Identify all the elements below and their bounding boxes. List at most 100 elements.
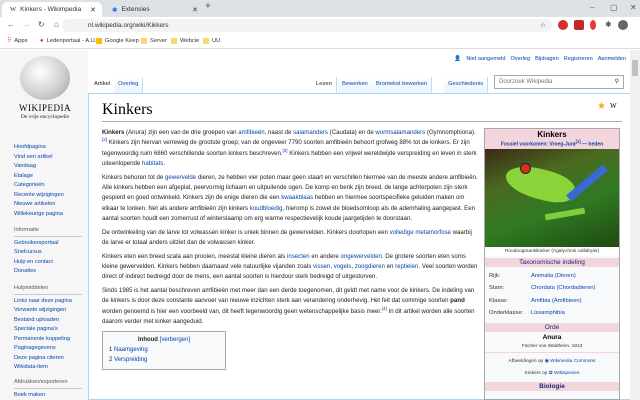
- address-bar[interactable]: nl.wikipedia.org/wiki/Kikkers ☆: [62, 19, 552, 32]
- fossil-range[interactable]: Fossiel voorkomen: Vroeg-Jura[1] — heden: [486, 139, 618, 148]
- sidebar-link[interactable]: Speciale pagina's: [14, 325, 82, 335]
- toc-link[interactable]: Verspreiding: [114, 357, 147, 363]
- pdf-extension-icon[interactable]: [574, 20, 584, 30]
- article-link[interactable]: volledige metamorfose: [390, 229, 451, 236]
- sidebar-link[interactable]: Nieuwe artikelen: [14, 200, 64, 210]
- rank-value[interactable]: Chordata (Chordadieren): [531, 282, 595, 295]
- sidebar-link[interactable]: Donaties: [14, 267, 82, 277]
- search-icon[interactable]: ⚲: [615, 78, 619, 85]
- toc-item[interactable]: 1 Naamgeving: [109, 345, 219, 355]
- text: Kinkers eten een breed scala aan prooien…: [102, 252, 287, 260]
- minimize-button[interactable]: –: [590, 3, 594, 12]
- text: De ontwinkeling van de larve tot volwass…: [102, 228, 390, 236]
- star-icon[interactable]: ☆: [540, 19, 546, 32]
- article-body: Kinkers (Anura) zijn een van de drie gro…: [102, 128, 479, 370]
- article-link[interactable]: wormsalamanders: [375, 129, 425, 136]
- article-link[interactable]: gewervelde: [165, 174, 196, 181]
- bookmark-google-keep[interactable]: Google Keep: [96, 38, 139, 44]
- infobox-header: Kinkers Fossiel voorkomen: Vroeg-Jura[1]…: [485, 129, 619, 149]
- close-window-button[interactable]: ✕: [630, 3, 637, 12]
- sidebar-link[interactable]: Vandaag: [14, 162, 64, 172]
- sidebar-link[interactable]: Willekeurige pagina: [14, 210, 64, 220]
- sidebar-link[interactable]: Bestand uploaden: [14, 316, 82, 326]
- article-link[interactable]: salamanders: [293, 129, 328, 136]
- commons-link[interactable]: Wikimedia Commons: [550, 359, 595, 364]
- extension-icon[interactable]: [590, 20, 596, 30]
- toc-toggle[interactable]: [verbergen]: [160, 337, 190, 343]
- close-tab-icon[interactable]: ✕: [90, 6, 96, 14]
- sidebar-link[interactable]: Recente wijzigingen: [14, 191, 64, 201]
- scrollbar[interactable]: [630, 50, 640, 400]
- wikipedia-globe-logo[interactable]: [20, 56, 70, 100]
- sidebar-link[interactable]: Etalage: [14, 172, 64, 182]
- personal-link[interactable]: Aanmelden: [598, 56, 626, 62]
- extension-icon[interactable]: [558, 20, 568, 30]
- species-link[interactable]: Wikispecies: [554, 371, 579, 376]
- toc-link[interactable]: Naamgeving: [114, 347, 148, 353]
- browser-tab-kinkers[interactable]: W Kinkers - Wikimpedia ✕: [2, 2, 102, 17]
- sidebar-link[interactable]: Snelcursus: [14, 248, 82, 258]
- back-icon[interactable]: ←: [7, 20, 15, 29]
- profile-avatar[interactable]: [618, 20, 628, 30]
- scrollbar-thumb[interactable]: [632, 60, 638, 76]
- sidebar-link[interactable]: Hoofdpagina: [14, 143, 64, 153]
- wikipedia-wordmark: Wikipedia: [19, 103, 71, 113]
- sidebar-link[interactable]: Gebruikersportaal: [14, 239, 82, 249]
- sidebar-link[interactable]: Permanente koppeling: [14, 335, 82, 345]
- extensions-puzzle-icon[interactable]: ✱: [605, 20, 612, 29]
- tab-overleg[interactable]: Overleg: [114, 77, 144, 93]
- article-link[interactable]: vogels: [334, 263, 352, 270]
- tab-brontekst-bewerken[interactable]: Brontekst bewerken: [372, 77, 433, 93]
- tools-portal: Hulpmiddelen Links naar deze pagina Verwan…: [14, 284, 82, 373]
- bookmark-uu[interactable]: UU: [203, 38, 220, 44]
- rank-value[interactable]: Amfibia (Amfibieen): [531, 295, 582, 308]
- commons-text: Afbeeldingen op: [508, 358, 544, 364]
- browser-tab-extensies[interactable]: ✱ Extensies ✕: [104, 2, 204, 17]
- rank-value[interactable]: Animalia (Dieren): [531, 270, 576, 283]
- tab-geschiedenis[interactable]: Geschiedenis: [444, 77, 489, 93]
- sidebar-link[interactable]: Verwante wijzigingen: [14, 306, 82, 316]
- personal-link[interactable]: Bijdragen: [535, 56, 559, 62]
- text: worden genoemd is hier een voorbeeld van…: [102, 307, 382, 315]
- rank-value[interactable]: Lissamphibia: [531, 307, 565, 320]
- sidebar-link[interactable]: Wikidata-item: [14, 363, 82, 373]
- new-tab-button[interactable]: +: [205, 1, 211, 12]
- search-placeholder: Doorzoek Wikipedia: [499, 79, 553, 85]
- bookmark-label: Webcie: [180, 38, 200, 44]
- sidebar-link[interactable]: Links naar deze pagina: [14, 297, 82, 307]
- bookmark-webcie[interactable]: Webcie: [171, 38, 199, 44]
- reload-icon[interactable]: ↻: [38, 20, 45, 29]
- article-link[interactable]: ongewervelden: [341, 253, 382, 260]
- article-link[interactable]: kwaakblaas: [281, 194, 313, 201]
- bookmark-ledenportaal[interactable]: ● Ledenportaal - A.U....: [40, 38, 101, 44]
- frog-image[interactable]: [485, 148, 619, 247]
- sidebar-link[interactable]: Boek maken: [14, 391, 82, 400]
- toc-item[interactable]: 2 Verspreiding: [109, 355, 219, 365]
- forward-icon[interactable]: →: [22, 20, 30, 29]
- article-link[interactable]: amfibieën: [238, 129, 264, 136]
- maximize-button[interactable]: ▢: [610, 3, 618, 12]
- article-link[interactable]: insecten: [287, 253, 310, 260]
- bookmark-label: Ledenportaal - A.U....: [46, 38, 102, 44]
- sidebar-link[interactable]: Categorieën: [14, 181, 64, 191]
- tab-artikel[interactable]: Artikel: [90, 77, 116, 93]
- article-link[interactable]: zoogdieren: [355, 263, 385, 270]
- close-tab-icon[interactable]: ✕: [192, 6, 198, 14]
- sidebar-link[interactable]: Paginagegevens: [14, 344, 82, 354]
- sidebar-link[interactable]: Deze pagina citeren: [14, 354, 82, 364]
- article-link[interactable]: koudbloedig: [250, 205, 283, 212]
- sidebar-link[interactable]: Hulp en contact: [14, 258, 82, 268]
- article-link[interactable]: habitats: [142, 160, 163, 167]
- sidebar-link[interactable]: Vind een artikel: [14, 153, 64, 163]
- personal-link[interactable]: Overleg: [511, 56, 531, 62]
- article-link[interactable]: reptielen: [395, 263, 418, 270]
- article-link[interactable]: vissen: [313, 263, 330, 270]
- bookmark-server[interactable]: Server: [141, 38, 167, 44]
- personal-link[interactable]: Registreren: [564, 56, 593, 62]
- bookmark-apps[interactable]: ⠿ Apps: [7, 38, 27, 44]
- home-icon[interactable]: ⌂: [54, 20, 59, 29]
- tab-lezen[interactable]: Lezen: [312, 77, 337, 93]
- tab-bewerken[interactable]: Bewerken: [338, 77, 373, 93]
- info-portal: Informatie Gebruikersportaal Snelcursus Hul…: [14, 226, 82, 277]
- search-input[interactable]: Doorzoek Wikipedia ⚲: [494, 75, 624, 89]
